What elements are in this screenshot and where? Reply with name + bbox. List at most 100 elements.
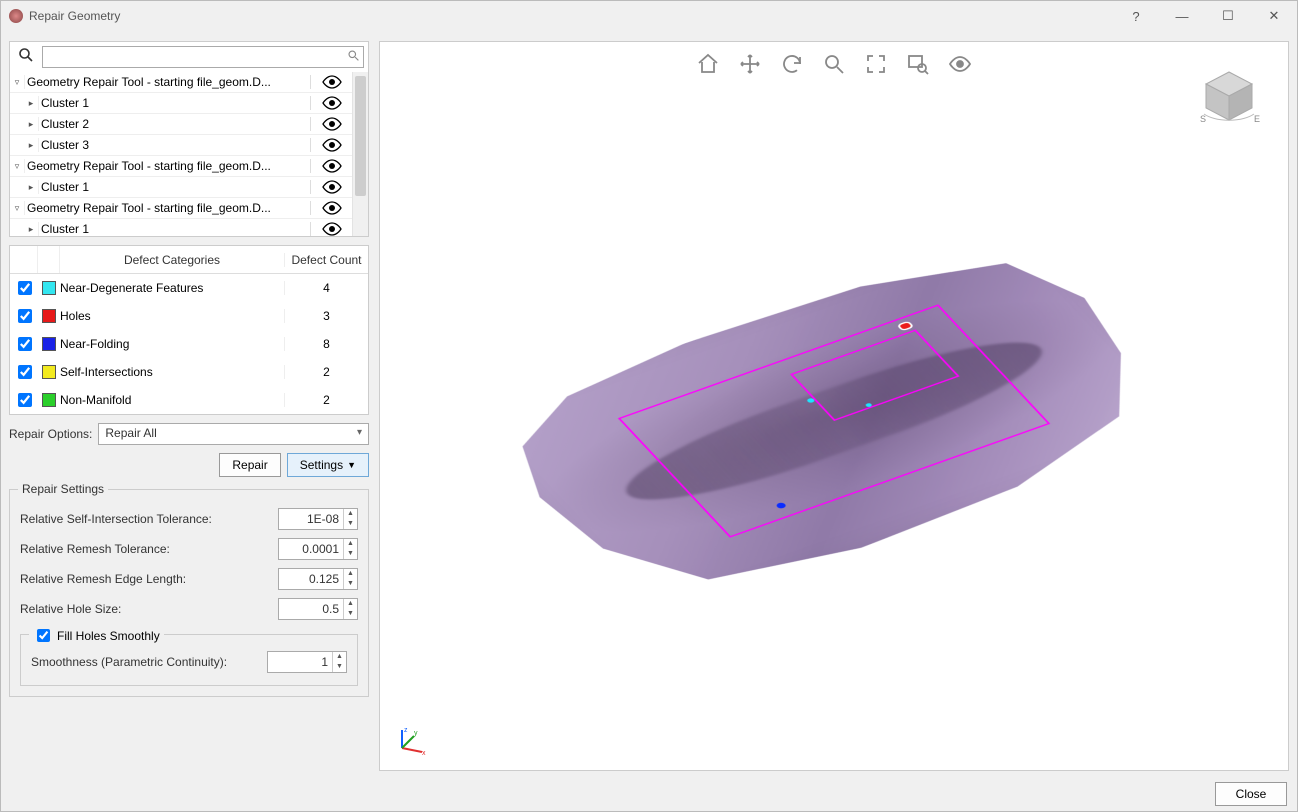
sidebar: ▿Geometry Repair Tool - starting file_ge… — [9, 41, 369, 771]
defect-count: 3 — [284, 309, 368, 323]
close-window-button[interactable]: ✕ — [1251, 1, 1297, 31]
repair-settings-legend: Repair Settings — [18, 482, 108, 496]
compass-e: E — [1254, 114, 1260, 124]
footer: Close — [1, 777, 1297, 811]
repair-options-label: Repair Options: — [9, 427, 92, 441]
scene-3d — [448, 212, 1220, 628]
defect-name: Self-Intersections — [60, 365, 284, 379]
window-title: Repair Geometry — [29, 9, 120, 23]
defect-color-swatch — [42, 365, 56, 379]
viewport-toolbar — [694, 50, 974, 78]
expander-icon[interactable]: ▿ — [10, 161, 24, 172]
defects-table: Defect Categories Defect Count Near-Dege… — [9, 245, 369, 415]
close-button[interactable]: Close — [1215, 782, 1287, 806]
search-input[interactable] — [42, 46, 364, 68]
tree-scrollbar[interactable] — [352, 72, 368, 236]
defect-checkbox[interactable] — [18, 393, 32, 407]
defect-name: Holes — [60, 309, 284, 323]
search-icon — [14, 47, 38, 67]
defect-row: Near-Degenerate Features4 — [10, 274, 368, 302]
svg-text:y: y — [414, 730, 418, 737]
compass-s: S — [1200, 114, 1206, 124]
zoom-icon[interactable] — [820, 50, 848, 78]
remesh-edge-label: Relative Remesh Edge Length: — [20, 572, 186, 586]
defect-row: Non-Manifold2 — [10, 386, 368, 414]
visibility-toggle[interactable] — [310, 180, 352, 195]
tree-item-cluster[interactable]: ▸Cluster 3 — [10, 135, 352, 156]
visibility-toggle[interactable] — [310, 201, 352, 216]
fit-icon[interactable] — [862, 50, 890, 78]
minimize-button[interactable]: — — [1159, 1, 1205, 31]
visibility-toggle[interactable] — [310, 117, 352, 132]
tree-item-root[interactable]: ▿Geometry Repair Tool - starting file_ge… — [10, 198, 352, 219]
view-cube[interactable]: S E — [1194, 66, 1264, 136]
smoothness-input[interactable]: 1 ▲▼ — [267, 651, 347, 673]
move-icon[interactable] — [736, 50, 764, 78]
visibility-toggle[interactable] — [310, 75, 352, 90]
geometry-tree: ▿Geometry Repair Tool - starting file_ge… — [10, 72, 368, 236]
defect-count: 2 — [284, 393, 368, 407]
defect-color-swatch — [42, 281, 56, 295]
spin-down-icon[interactable]: ▼ — [344, 519, 357, 529]
zoom-rect-icon[interactable] — [904, 50, 932, 78]
svg-text:x: x — [422, 750, 426, 756]
visibility-toggle[interactable] — [310, 159, 352, 174]
repair-options-row: Repair Options: Repair All — [9, 423, 369, 445]
hole-size-input[interactable]: 0.5 ▲▼ — [278, 598, 358, 620]
tree-item-label: Cluster 1 — [38, 96, 310, 110]
defect-row: Near-Folding8 — [10, 330, 368, 358]
terrain-mesh — [448, 212, 1220, 628]
visibility-toggle[interactable] — [310, 96, 352, 111]
defect-name: Non-Manifold — [60, 393, 284, 407]
expander-icon[interactable]: ▸ — [24, 140, 38, 151]
view-mode-icon[interactable] — [946, 50, 974, 78]
settings-button[interactable]: Settings▼ — [287, 453, 369, 477]
expander-icon[interactable]: ▸ — [24, 98, 38, 109]
remesh-edge-input[interactable]: 0.125 ▲▼ — [278, 568, 358, 590]
visibility-toggle[interactable] — [310, 222, 352, 236]
self-intersection-input[interactable]: 1E-08 ▲▼ — [278, 508, 358, 530]
tree-item-cluster[interactable]: ▸Cluster 2 — [10, 114, 352, 135]
svg-text:z: z — [404, 727, 408, 734]
viewport-3d[interactable]: S E z — [379, 41, 1289, 771]
defect-color-swatch — [42, 393, 56, 407]
remesh-tol-input[interactable]: 0.0001 ▲▼ — [278, 538, 358, 560]
tree-item-cluster[interactable]: ▸Cluster 1 — [10, 93, 352, 114]
home-icon[interactable] — [694, 50, 722, 78]
defect-count: 8 — [284, 337, 368, 351]
repair-options-select[interactable]: Repair All — [98, 423, 369, 445]
defect-checkbox[interactable] — [18, 365, 32, 379]
chevron-down-icon: ▼ — [347, 460, 356, 470]
expander-icon[interactable]: ▸ — [24, 119, 38, 130]
defect-row: Self-Intersections2 — [10, 358, 368, 386]
axis-gizmo[interactable]: z x y — [394, 724, 426, 756]
tree-item-cluster[interactable]: ▸Cluster 1 — [10, 219, 352, 236]
fill-holes-label: Fill Holes Smoothly — [57, 629, 160, 643]
defect-checkbox[interactable] — [18, 309, 32, 323]
expander-icon[interactable]: ▸ — [24, 182, 38, 193]
undo-icon[interactable] — [778, 50, 806, 78]
fill-holes-checkbox[interactable] — [37, 629, 50, 642]
search-inner-icon[interactable] — [347, 49, 360, 65]
defect-checkbox[interactable] — [18, 281, 32, 295]
tree-item-label: Geometry Repair Tool - starting file_geo… — [24, 201, 310, 215]
hole-size-label: Relative Hole Size: — [20, 602, 121, 616]
visibility-toggle[interactable] — [310, 138, 352, 153]
defect-row: Holes3 — [10, 302, 368, 330]
expander-icon[interactable]: ▸ — [24, 224, 38, 235]
tree-scroll-thumb[interactable] — [355, 76, 366, 196]
tree-item-root[interactable]: ▿Geometry Repair Tool - starting file_ge… — [10, 72, 352, 93]
tree-item-cluster[interactable]: ▸Cluster 1 — [10, 177, 352, 198]
repair-options-value: Repair All — [105, 426, 156, 440]
expander-icon[interactable]: ▿ — [10, 203, 24, 214]
tree-item-root[interactable]: ▿Geometry Repair Tool - starting file_ge… — [10, 156, 352, 177]
help-button[interactable]: ? — [1113, 1, 1159, 31]
self-intersection-label: Relative Self-Intersection Tolerance: — [20, 512, 212, 526]
tree-panel: ▿Geometry Repair Tool - starting file_ge… — [9, 41, 369, 237]
defect-name: Near-Folding — [60, 337, 284, 351]
maximize-button[interactable]: ☐ — [1205, 1, 1251, 31]
expander-icon[interactable]: ▿ — [10, 77, 24, 88]
defect-checkbox[interactable] — [18, 337, 32, 351]
spin-up-icon[interactable]: ▲ — [344, 509, 357, 519]
repair-button[interactable]: Repair — [219, 453, 280, 477]
